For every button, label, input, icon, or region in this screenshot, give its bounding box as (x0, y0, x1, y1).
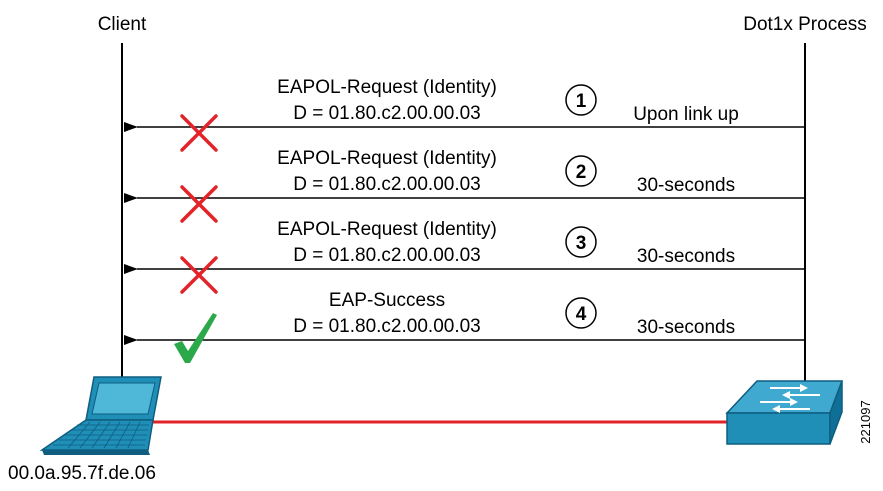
message-destination: D = 01.80.c2.00.00.03 (293, 316, 481, 337)
fail-cross-icon (180, 114, 218, 152)
message-timing: Upon link up (633, 104, 739, 125)
process-label: Dot1x Process (743, 14, 867, 35)
message-row: EAPOL-Request (Identity) D = 01.80.c2.00.… (124, 219, 805, 294)
figure-id: 221097 (858, 400, 873, 443)
message-title: EAP-Success (329, 290, 445, 311)
step-number: 4 (576, 304, 587, 325)
message-timing: 30-seconds (637, 246, 735, 267)
message-title: EAPOL-Request (Identity) (277, 219, 497, 240)
message-row: EAP-Success D = 01.80.c2.00.00.03 4 30-seco… (124, 290, 805, 363)
fail-cross-icon (180, 185, 218, 223)
sequence-diagram: Client Dot1x Process EAPOL-Request (Iden… (0, 0, 883, 486)
message-row: EAPOL-Request (Identity) D = 01.80.c2.00.… (124, 77, 805, 152)
message-destination: D = 01.80.c2.00.00.03 (293, 174, 481, 195)
client-mac-address: 00.0a.95.7f.de.06 (8, 463, 156, 484)
fail-cross-icon (180, 256, 218, 294)
laptop-icon (39, 376, 162, 455)
message-timing: 30-seconds (637, 317, 735, 338)
step-number: 1 (576, 91, 587, 112)
success-check-icon (174, 313, 217, 363)
message-timing: 30-seconds (637, 175, 735, 196)
client-label: Client (98, 14, 147, 35)
message-list: EAPOL-Request (Identity) D = 01.80.c2.00.… (124, 77, 805, 363)
diagram-canvas: Client Dot1x Process EAPOL-Request (Iden… (8, 14, 873, 484)
step-number: 2 (576, 162, 587, 183)
switch-icon (725, 380, 844, 445)
message-destination: D = 01.80.c2.00.00.03 (293, 245, 481, 266)
message-title: EAPOL-Request (Identity) (277, 148, 497, 169)
step-number: 3 (576, 233, 587, 254)
message-destination: D = 01.80.c2.00.00.03 (293, 103, 481, 124)
message-title: EAPOL-Request (Identity) (277, 77, 497, 98)
message-row: EAPOL-Request (Identity) D = 01.80.c2.00.… (124, 148, 805, 223)
